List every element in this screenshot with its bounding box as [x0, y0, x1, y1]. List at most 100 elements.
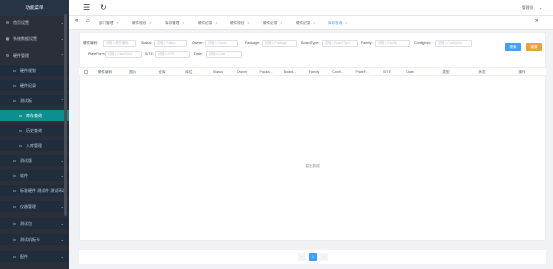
folder-icon: ▭: [18, 128, 23, 133]
filter-input-package[interactable]: 请输入Package: [262, 40, 297, 47]
filter-input-owner[interactable]: 请输入Owner: [205, 40, 238, 47]
col-header-code[interactable]: 硬件编码: [91, 68, 119, 76]
tab-stock-query[interactable]: 库存查询 ×: [325, 19, 350, 27]
filter-label-boardtype: BoardType:: [301, 41, 320, 45]
sidebar-item-hardware[interactable]: ⚙ 硬件管理 ⌃: [0, 50, 69, 61]
sidebar-item-accessories[interactable]: ▭ 配件 ⌄: [0, 251, 69, 262]
home-icon[interactable]: ⌂: [86, 18, 90, 24]
tab-hw-plan-2[interactable]: 硬件规划 ×: [227, 19, 252, 27]
sidebar-item-home[interactable]: ⚙ 首页设置 ⌄: [0, 17, 69, 28]
sidebar-item-test-package[interactable]: ▭ 测试包 ⌄: [0, 218, 69, 229]
search-button[interactable]: 搜索: [505, 43, 521, 51]
chevron-down-icon: ⌄: [60, 237, 64, 242]
sidebar-item-inbound[interactable]: ▭ 入库管理: [0, 140, 69, 151]
filter-label-site: SITE:: [145, 52, 154, 56]
filter-label-plateform: PlateForm:: [88, 52, 106, 56]
folder-icon: ▭: [12, 173, 17, 178]
close-icon[interactable]: ×: [149, 19, 151, 27]
query-card: [79, 32, 546, 241]
col-header-owner[interactable]: Owner: [231, 68, 253, 76]
empty-text: 暂无数据: [305, 164, 320, 168]
reset-button[interactable]: 重置: [526, 43, 542, 51]
col-header-status[interactable]: Status: [208, 68, 228, 76]
folder-icon: ▭: [18, 113, 23, 118]
filter-input-date[interactable]: 请输入Date: [206, 51, 242, 58]
col-header-config[interactable]: Confi...: [327, 68, 349, 76]
tab-hw-record-3[interactable]: 硬件纪录 ×: [293, 19, 318, 27]
col-header-package[interactable]: Packa...: [255, 68, 277, 76]
folder-icon: ▭: [12, 237, 17, 242]
tab-hw-record[interactable]: 硬件纪录 ×: [195, 19, 220, 27]
sidebar-scrollbar[interactable]: [64, 14, 67, 216]
col-header-site[interactable]: SITE: [376, 68, 398, 76]
tab-hw-plan[interactable]: 硬件规划 ×: [129, 19, 154, 27]
sidebar-item-test-board[interactable]: ▭ 测试板 ⌃: [0, 95, 69, 106]
pagination: ‹ 1 ›: [79, 250, 546, 264]
col-header-family[interactable]: Family: [303, 68, 325, 76]
sidebar-item-software[interactable]: ▭ 软件 ⌄: [0, 170, 69, 181]
scroll-right-icon[interactable]: »: [535, 18, 538, 24]
select-all-checkbox[interactable]: [83, 68, 89, 76]
sidebar-item-standard-hw[interactable]: ▭ 标准硬件 测试件 测试环境 ⌄: [0, 185, 69, 196]
sidebar-item-hw-plan[interactable]: ▭ 硬件规划: [0, 65, 69, 76]
close-icon[interactable]: ×: [247, 19, 249, 27]
col-header-location[interactable]: 库位: [177, 68, 201, 76]
folder-icon: ▭: [12, 188, 17, 193]
folder-icon: ▭: [18, 143, 23, 148]
sidebar-item-history[interactable]: ▭ 历史查询: [0, 125, 69, 136]
col-header-date[interactable]: Date: [399, 68, 421, 76]
filter-input-family[interactable]: 请输入Family: [375, 40, 410, 47]
user-name[interactable]: 管理员: [522, 6, 533, 11]
filter-label-owner: Owner:: [192, 41, 204, 45]
folder-icon: ▭: [12, 204, 17, 209]
close-icon[interactable]: ×: [215, 19, 217, 27]
close-icon[interactable]: ×: [280, 19, 282, 27]
page-number-button[interactable]: 1: [309, 253, 317, 261]
col-header-plateform[interactable]: PlateF...: [350, 68, 374, 76]
tab-hw-record-2[interactable]: 硬件纪录 ×: [260, 19, 285, 27]
gear-icon: ⚙: [5, 53, 10, 58]
sidebar-item-instrument[interactable]: ▭ 仪器管理 ⌄: [0, 201, 69, 212]
col-header-type[interactable]: 类型: [431, 68, 461, 76]
sidebar-item-test-version[interactable]: ▭ 测试版 ⌄: [0, 155, 69, 166]
col-header-image[interactable]: 图片: [123, 68, 143, 76]
gear-icon: ⚙: [5, 20, 10, 25]
folder-icon: ▭: [12, 68, 17, 73]
col-header-warehouse[interactable]: 仓库: [151, 68, 173, 76]
filter-label-configinfo: ConfigInfo:: [414, 41, 432, 45]
table-header: 硬件编码 图片 仓库 库位 Status Owner Packa... Boar…: [79, 67, 546, 76]
next-page-button[interactable]: ›: [320, 253, 328, 261]
sidebar-title: 功能菜单: [0, 0, 69, 16]
filter-input-boardtype[interactable]: 请输入BoardType: [322, 40, 358, 47]
filter-input-configinfo[interactable]: 请输入ConfigInfo: [435, 40, 472, 47]
filter-label-family: Family:: [361, 41, 373, 45]
filter-label-package: Package:: [245, 41, 260, 45]
sidebar-item-stock-query[interactable]: ▭ 库存查询: [0, 110, 69, 121]
scroll-left-icon[interactable]: «: [75, 18, 78, 24]
folder-icon: ▭: [12, 83, 17, 88]
filter-input-status[interactable]: 请输入Status: [154, 40, 187, 47]
menu-toggle-icon[interactable]: ☰: [83, 3, 90, 13]
sidebar-item-test-card[interactable]: ▭ 测试机板卡 ⌄: [0, 234, 69, 245]
sidebar-item-system[interactable]: ▦ 系统数据设置 ⌄: [0, 33, 69, 44]
close-icon[interactable]: ×: [345, 19, 347, 27]
folder-icon: ▭: [12, 254, 17, 259]
chevron-down-icon: ⌄: [60, 221, 64, 226]
folder-icon: ▭: [12, 158, 17, 163]
close-icon[interactable]: ×: [116, 19, 118, 27]
refresh-icon[interactable]: ↻: [100, 3, 107, 13]
tab-dept[interactable]: 部门管理 ×: [96, 19, 121, 27]
col-header-board[interactable]: Board...: [279, 68, 301, 76]
tab-stock-mgmt[interactable]: 库存管理 ×: [162, 19, 187, 27]
filter-input-site[interactable]: 请输入SITE: [155, 51, 190, 58]
close-icon[interactable]: ×: [182, 19, 184, 27]
top-bar: ☰ ↻ 管理员 ⌄: [69, 0, 553, 16]
filter-input-plateform[interactable]: 请输入PlateForm: [105, 51, 142, 58]
chevron-down-icon[interactable]: ⌄: [539, 5, 542, 10]
close-icon[interactable]: ×: [313, 19, 315, 27]
col-header-state[interactable]: 状态: [467, 68, 497, 76]
prev-page-button[interactable]: ‹: [298, 253, 306, 261]
sidebar-item-hw-record[interactable]: ▭ 硬件纪录: [0, 80, 69, 91]
filter-label-status: Status:: [141, 41, 153, 45]
filter-input-code[interactable]: 请输入硬件编码: [103, 40, 136, 47]
